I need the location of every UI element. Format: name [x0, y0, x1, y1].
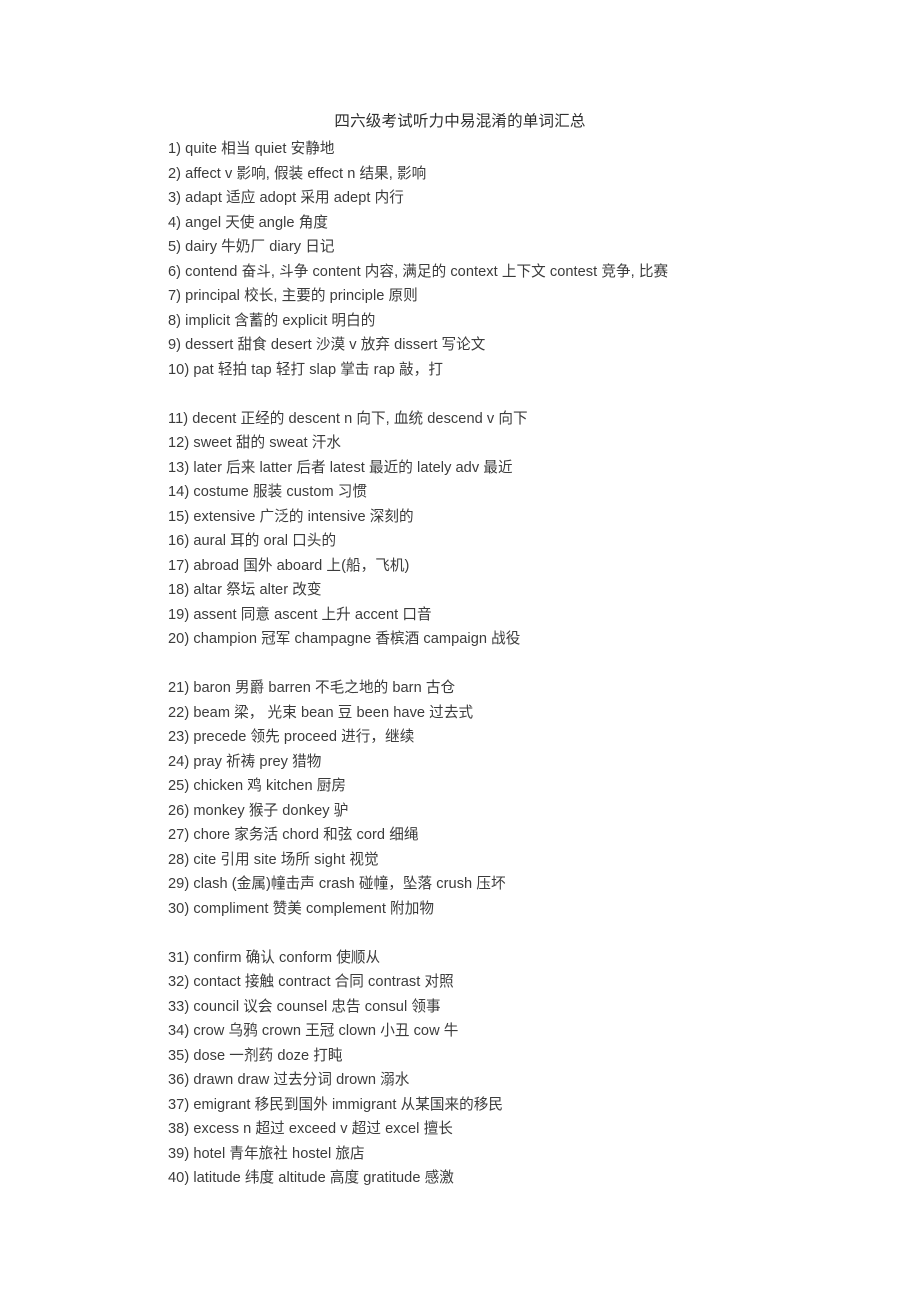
vocabulary-entry: 23) precede 领先 proceed 进行，继续	[168, 729, 415, 745]
vocabulary-entry: 16) aural 耳的 oral 口头的	[168, 533, 337, 549]
vocabulary-entry: 21) baron 男爵 barren 不毛之地的 barn 古仓	[168, 680, 456, 696]
vocabulary-entry: 19) assent 同意 ascent 上升 accent 口音	[168, 606, 432, 623]
vocabulary-entry: 8) implicit 含蓄的 explicit 明白的	[168, 312, 376, 329]
vocabulary-entry: 13) later 后来 latter 后者 latest 最近的 lately…	[168, 459, 513, 476]
vocabulary-entry: 17) abroad 国外 aboard 上(船，飞机)	[168, 557, 410, 574]
vocabulary-entry: 10) pat 轻拍 tap 轻打 slap 掌击 rap 敲，打	[168, 361, 443, 378]
vocabulary-entry: 35) dose 一剂药 doze 打盹	[168, 1047, 343, 1064]
vocabulary-entry: 37) emigrant 移民到国外 immigrant 从某国来的移民	[168, 1096, 504, 1113]
vocabulary-entry-list: 1) quite 相当 quiet 安静地 2) affect v 影响, 假装 …	[168, 137, 888, 1191]
vocabulary-entry: 24) pray 祈祷 prey 猎物	[168, 753, 322, 770]
vocabulary-entry: 26) monkey 猴子 donkey 驴	[168, 802, 349, 819]
page-title: 四六级考试听力中易混淆的单词汇总	[334, 113, 586, 130]
vocabulary-entry: 6) contend 奋斗, 斗争 content 内容, 满足的 contex…	[168, 263, 669, 280]
vocabulary-entry: 25) chicken 鸡 kitchen 厨房	[168, 778, 347, 794]
vocabulary-entry: 5) dairy 牛奶厂 diary 日记	[168, 239, 335, 255]
vocabulary-entry: 18) altar 祭坛 alter 改变	[168, 582, 322, 598]
vocabulary-entry: 12) sweet 甜的 sweat 汗水	[168, 435, 341, 451]
vocabulary-entry: 32) contact 接触 contract 合同 contrast 对照	[168, 974, 454, 990]
vocabulary-entry: 29) clash (金属)幢击声 crash 碰幢，坠落 crush 压坏	[168, 876, 506, 892]
vocabulary-entry: 33) council 议会 counsel 忠告 consul 领事	[168, 998, 441, 1015]
vocabulary-entry: 31) confirm 确认 conform 使顺从	[168, 949, 381, 966]
vocabulary-entry: 9) dessert 甜食 desert 沙漠 v 放弃 dissert 写论文	[168, 337, 486, 353]
vocabulary-entry: 34) crow 乌鸦 crown 王冠 clown 小丑 cow 牛	[168, 1023, 459, 1039]
vocabulary-entry: 30) compliment 赞美 complement 附加物	[168, 900, 434, 917]
vocabulary-entry: 11) decent 正经的 descent n 向下, 血统 descend …	[168, 410, 528, 427]
vocabulary-entry: 4) angel 天使 angle 角度	[168, 214, 328, 231]
vocabulary-entry: 2) affect v 影响, 假装 effect n 结果, 影响	[168, 165, 427, 182]
vocabulary-entry: 22) beam 梁， 光束 bean 豆 been have 过去式	[168, 704, 474, 721]
vocabulary-entry: 15) extensive 广泛的 intensive 深刻的	[168, 508, 414, 525]
vocabulary-entry: 39) hotel 青年旅社 hostel 旅店	[168, 1145, 365, 1162]
vocabulary-entry: 7) principal 校长, 主要的 principle 原则	[168, 288, 418, 304]
vocabulary-entry: 27) chore 家务活 chord 和弦 cord 细绳	[168, 827, 419, 843]
vocabulary-entry: 28) cite 引用 site 场所 sight 视觉	[168, 851, 379, 868]
vocabulary-entry: 1) quite 相当 quiet 安静地	[168, 141, 335, 157]
vocabulary-entry: 3) adapt 适应 adopt 采用 adept 内行	[168, 190, 404, 206]
vocabulary-entry: 36) drawn draw 过去分词 drown 溺水	[168, 1072, 410, 1088]
vocabulary-entry: 40) latitude 纬度 altitude 高度 gratitude 感激	[168, 1170, 454, 1186]
vocabulary-entry: 20) champion 冠军 champagne 香槟酒 campaign 战…	[168, 631, 521, 647]
vocabulary-entry: 14) costume 服装 custom 习惯	[168, 484, 368, 500]
document-page: 四六级考试听力中易混淆的单词汇总 1) quite 相当 quiet 安静地 2)…	[0, 0, 920, 1302]
vocabulary-entry: 38) excess n 超过 exceed v 超过 excel 擅长	[168, 1121, 453, 1137]
